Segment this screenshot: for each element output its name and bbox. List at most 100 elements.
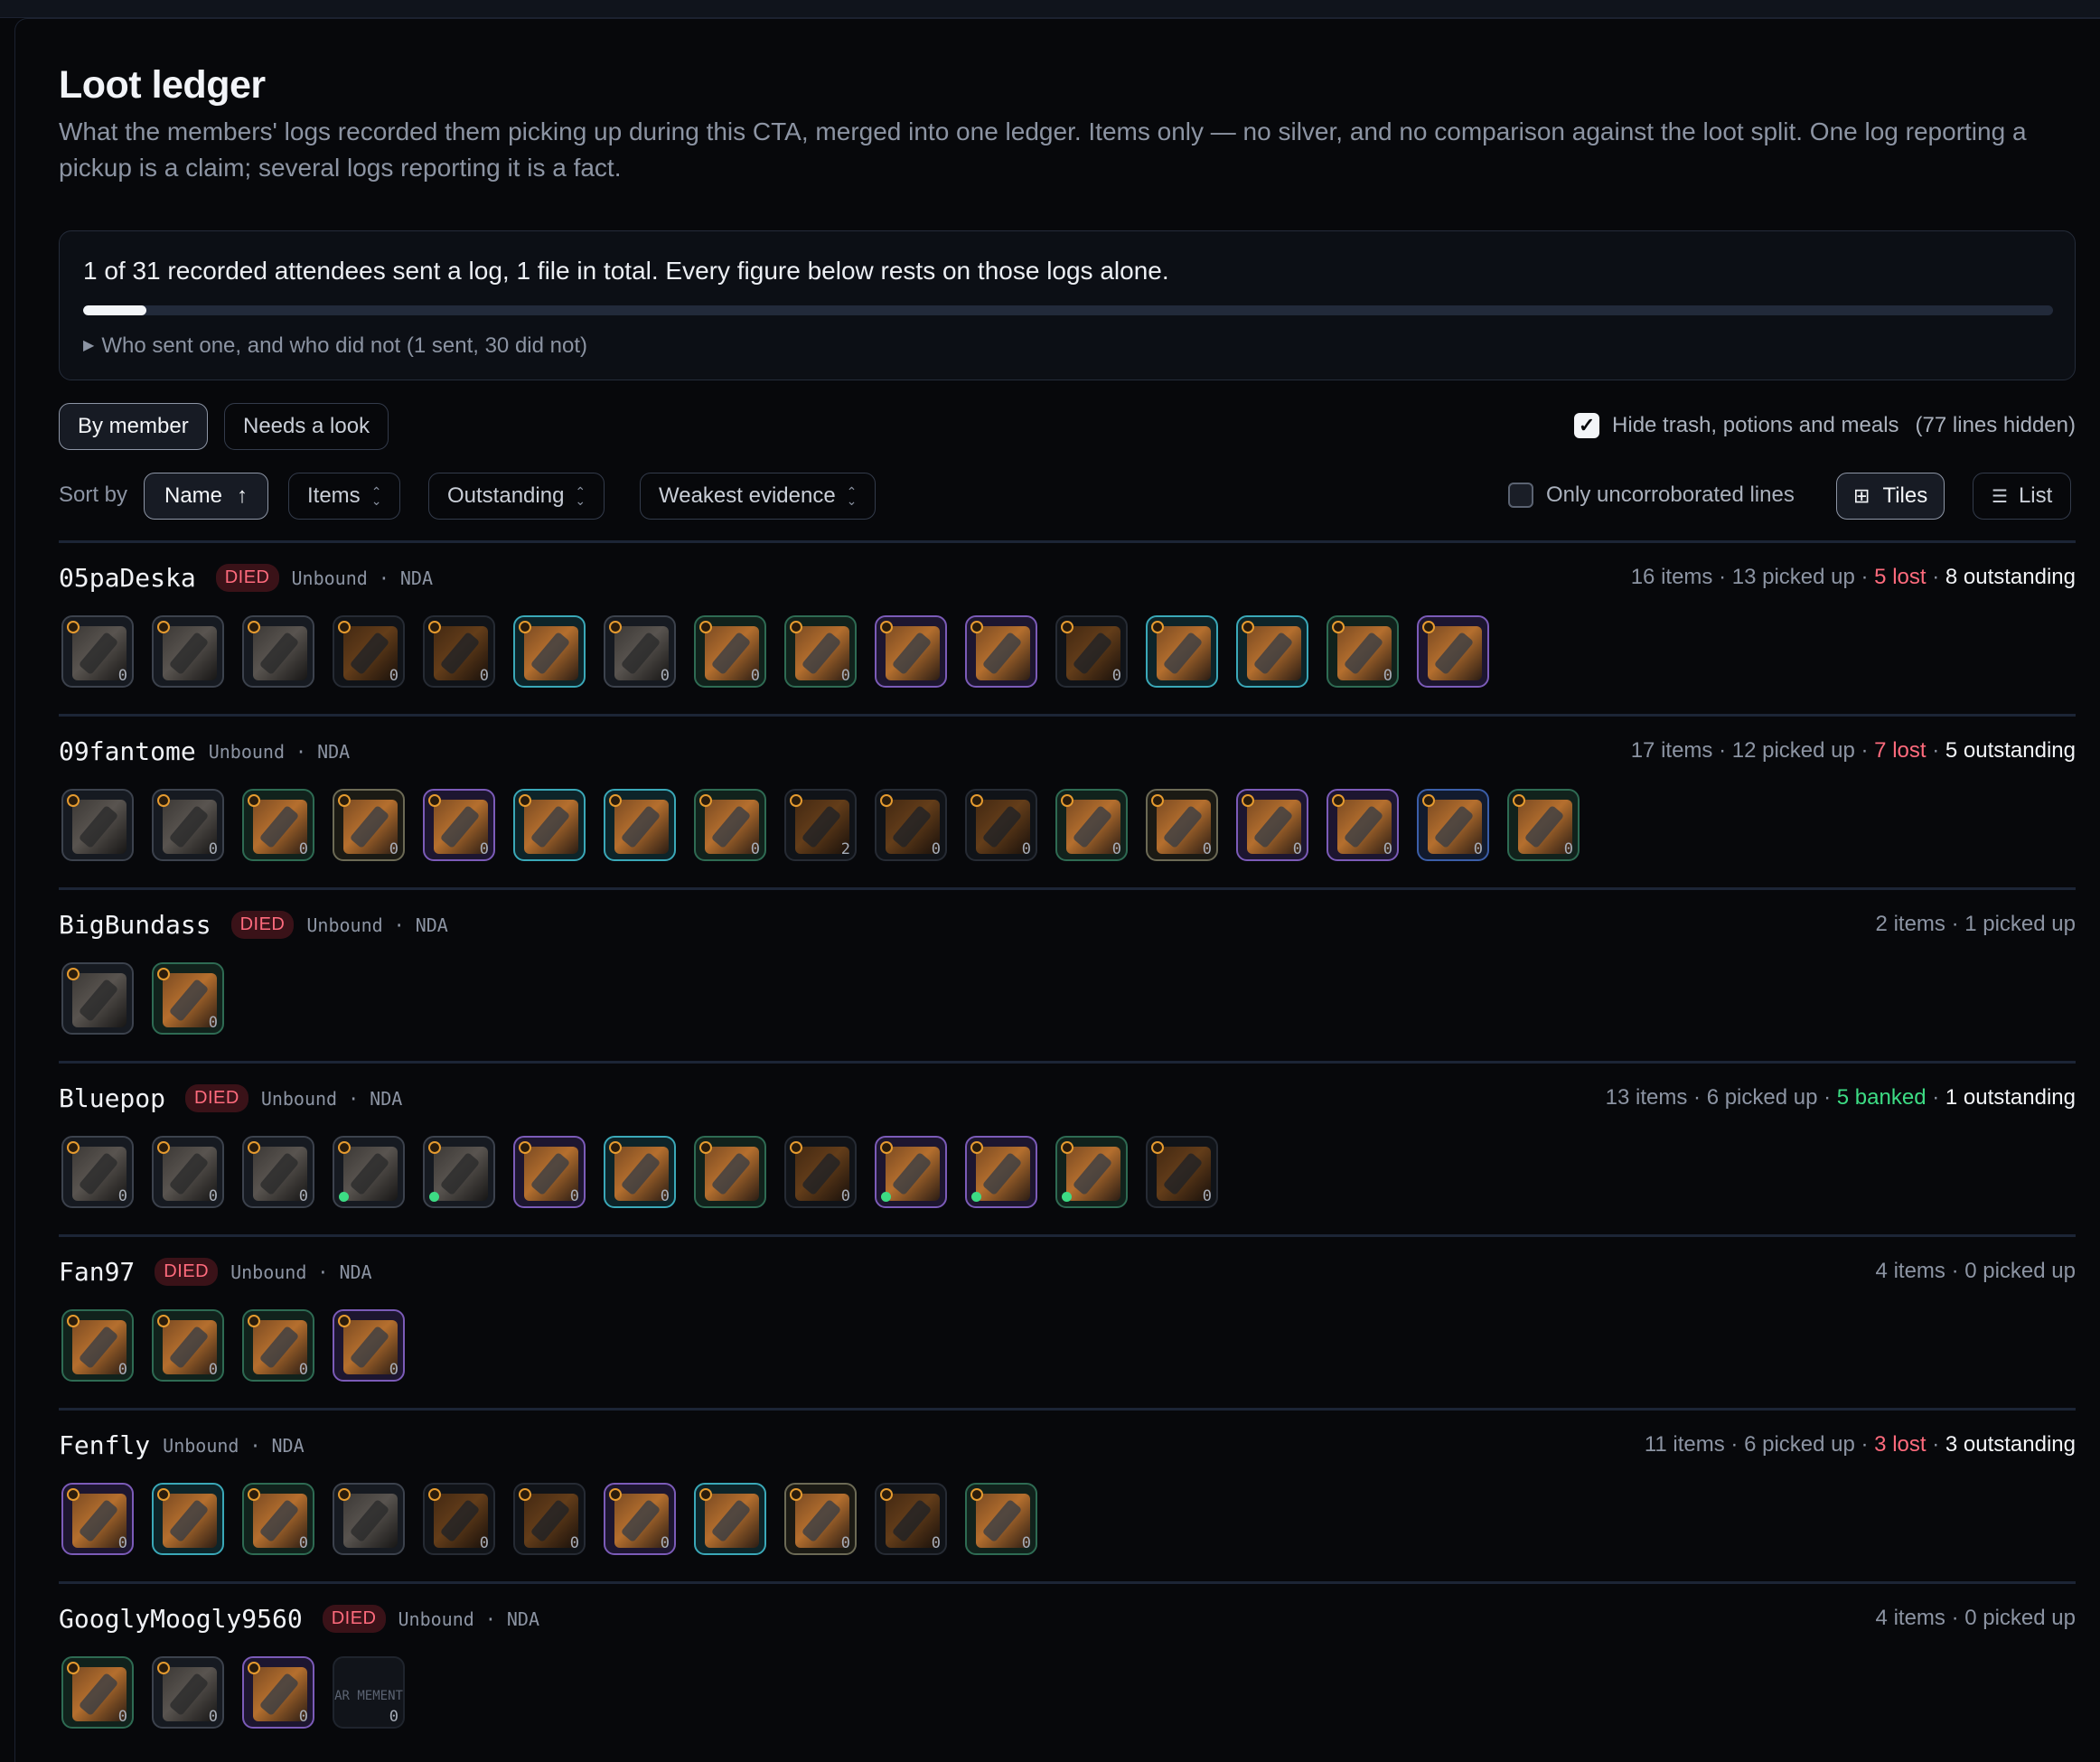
sort-items-button[interactable]: Items ⌃ ⌄ [288, 473, 401, 520]
item-tile[interactable]: 0 [152, 1656, 224, 1729]
member-name[interactable]: Fan97 [59, 1257, 135, 1287]
item-tile[interactable]: 0 [1146, 1136, 1218, 1208]
item-tile[interactable] [242, 615, 314, 688]
item-tile[interactable]: 0 [152, 1136, 224, 1208]
item-tile[interactable]: 0 [242, 1309, 314, 1382]
member-name[interactable]: 09fantome [59, 736, 196, 766]
item-tile[interactable]: 0 [61, 1656, 134, 1729]
tier-ring-icon [609, 1141, 622, 1154]
item-tile[interactable] [152, 1483, 224, 1555]
member-name[interactable]: 05paDeska [59, 563, 196, 593]
checkbox-empty-icon[interactable] [1508, 483, 1533, 508]
item-tile[interactable]: 0 [604, 1136, 676, 1208]
item-tile[interactable]: 0 [61, 1483, 134, 1555]
item-tile[interactable]: 0 [152, 962, 224, 1035]
item-tile[interactable]: 0 [1507, 789, 1580, 861]
item-tile[interactable] [694, 1483, 766, 1555]
member-name[interactable]: GooglyMoogly9560 [59, 1604, 303, 1634]
item-tile[interactable]: 0 [604, 1483, 676, 1555]
item-tile[interactable]: 0 [333, 1309, 405, 1382]
item-tile[interactable] [423, 1136, 495, 1208]
item-tile[interactable] [152, 615, 224, 688]
who-sent-disclosure[interactable]: ▶ Who sent one, and who did not (1 sent, … [83, 333, 587, 359]
item-tile[interactable] [333, 1483, 405, 1555]
item-tile[interactable] [513, 615, 586, 688]
item-tile[interactable] [875, 1136, 947, 1208]
item-tile[interactable]: 0 [242, 1483, 314, 1555]
item-tile[interactable]: 0 [242, 1656, 314, 1729]
guild-tag: NDA [370, 1087, 403, 1110]
item-tile[interactable]: 0 [242, 1136, 314, 1208]
item-tile[interactable]: 0 [694, 789, 766, 861]
item-quantity: 0 [117, 1534, 127, 1552]
item-tile[interactable] [875, 615, 947, 688]
sort-outstanding-button[interactable]: Outstanding ⌃ ⌄ [428, 473, 605, 520]
item-tile[interactable]: 0 [61, 1309, 134, 1382]
item-tile[interactable]: 0 [333, 789, 405, 861]
hide-trash-toggle[interactable]: ✓ Hide trash, potions and meals (77 line… [1574, 413, 2076, 438]
died-badge: DIED [230, 911, 295, 939]
item-tile[interactable]: 0 [604, 615, 676, 688]
page-subtitle: What the members' logs recorded them pic… [59, 117, 2027, 182]
item-tile[interactable] [61, 789, 134, 861]
item-tile[interactable] [965, 1136, 1037, 1208]
item-tile[interactable]: 0 [784, 1136, 857, 1208]
item-tile[interactable]: 0 [1055, 615, 1128, 688]
member-name[interactable]: BigBundass [59, 910, 211, 940]
item-tile[interactable]: 0 [423, 615, 495, 688]
item-tile[interactable]: 0 [784, 1483, 857, 1555]
item-tile[interactable]: 2 [784, 789, 857, 861]
item-tile[interactable]: 0 [1146, 789, 1218, 861]
item-quantity: 0 [479, 667, 489, 685]
view-needs-look-button[interactable]: Needs a look [224, 403, 389, 450]
list-view-button[interactable]: ☰ List [1973, 473, 2072, 520]
item-tile[interactable]: 0 [784, 615, 857, 688]
item-tile[interactable] [333, 1136, 405, 1208]
uncorroborated-toggle[interactable]: Only uncorroborated lines [1508, 483, 1795, 508]
view-by-member-button[interactable]: By member [59, 403, 208, 450]
item-tile[interactable]: 0 [152, 1309, 224, 1382]
item-tile[interactable]: 0 [1327, 789, 1399, 861]
item-tile[interactable]: 0 [965, 789, 1037, 861]
item-tile[interactable]: 0 [423, 1483, 495, 1555]
list-label: List [2018, 483, 2053, 508]
sort-weakest-evidence-button[interactable]: Weakest evidence ⌃ ⌄ [640, 473, 877, 520]
item-tile[interactable]: 0 [965, 1483, 1037, 1555]
item-tile[interactable] [1417, 615, 1489, 688]
item-tile[interactable]: AR MEMENT 0 [333, 1656, 405, 1729]
outstanding-count: 8 outstanding [1945, 565, 2076, 589]
member-name[interactable]: Bluepop [59, 1083, 165, 1113]
item-tile[interactable] [513, 789, 586, 861]
item-tile[interactable]: 0 [1236, 789, 1308, 861]
sort-name-button[interactable]: Name ↑ [144, 473, 269, 520]
item-tile[interactable]: 0 [513, 1136, 586, 1208]
item-tile[interactable]: 0 [423, 789, 495, 861]
member-name[interactable]: Fenfly [59, 1430, 150, 1460]
item-tile[interactable]: 0 [875, 789, 947, 861]
item-tile[interactable] [965, 615, 1037, 688]
banked-dot-icon [429, 1192, 439, 1202]
item-quantity: 0 [750, 667, 760, 685]
item-tile[interactable] [1236, 615, 1308, 688]
item-tile[interactable] [694, 1136, 766, 1208]
item-tile[interactable]: 0 [61, 615, 134, 688]
check-icon[interactable]: ✓ [1574, 413, 1600, 438]
item-tile[interactable]: 0 [242, 789, 314, 861]
guild-tag: NDA [415, 914, 448, 936]
item-tile[interactable]: 0 [333, 615, 405, 688]
item-tile[interactable]: 0 [694, 615, 766, 688]
item-tile[interactable] [61, 962, 134, 1035]
item-tile[interactable]: 0 [61, 1136, 134, 1208]
tier-ring-icon [1422, 621, 1435, 633]
item-tile[interactable]: 0 [1055, 789, 1128, 861]
tiles-view-button[interactable]: ⊞ Tiles [1836, 473, 1945, 520]
item-tile[interactable]: 0 [1327, 615, 1399, 688]
item-tile[interactable]: 0 [875, 1483, 947, 1555]
item-tile[interactable]: 0 [1417, 789, 1489, 861]
item-tile[interactable]: 0 [513, 1483, 586, 1555]
item-tile[interactable] [1146, 615, 1218, 688]
item-tile[interactable]: 0 [152, 789, 224, 861]
item-tile[interactable] [604, 789, 676, 861]
item-icon [343, 1147, 398, 1201]
item-tile[interactable] [1055, 1136, 1128, 1208]
